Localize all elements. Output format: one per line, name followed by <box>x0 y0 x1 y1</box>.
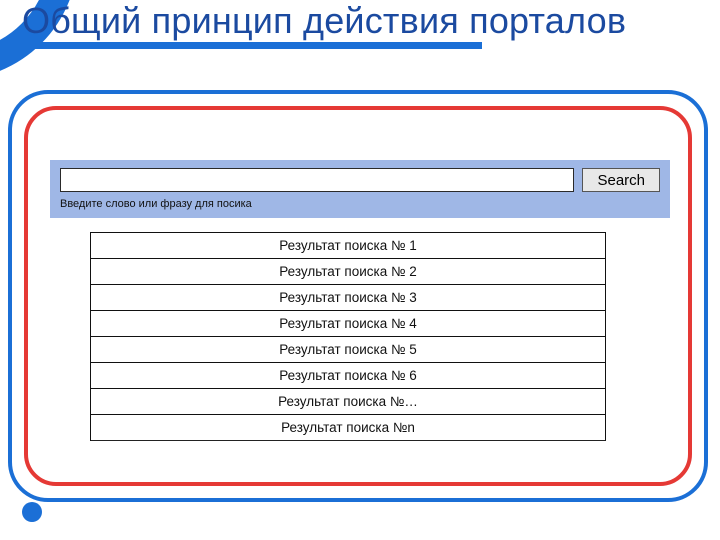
result-row: Результат поиска № 3 <box>91 285 606 311</box>
result-row: Результат поиска №n <box>91 415 606 441</box>
search-button[interactable]: Search <box>582 168 660 192</box>
result-row: Результат поиска № 4 <box>91 311 606 337</box>
content-area: Search Введите слово или фразу для посик… <box>50 160 670 441</box>
result-label: Результат поиска № 3 <box>279 290 416 305</box>
search-hint: Введите слово или фразу для посика <box>60 198 660 210</box>
decorative-dot <box>22 502 42 522</box>
search-row: Search <box>60 168 660 192</box>
result-label: Результат поиска № 5 <box>279 342 416 357</box>
result-row: Результат поиска № 1 <box>91 233 606 259</box>
result-label: Результат поиска № 1 <box>279 238 416 253</box>
slide: Общий принцип действия порталов Search В… <box>0 0 720 540</box>
results-table: Результат поиска № 1 Результат поиска № … <box>90 232 606 441</box>
result-row: Результат поиска № 5 <box>91 337 606 363</box>
page-title: Общий принцип действия порталов <box>22 2 700 40</box>
title-area: Общий принцип действия порталов <box>22 2 700 49</box>
title-underline <box>22 42 482 49</box>
result-label: Результат поиска №n <box>281 420 415 435</box>
result-label: Результат поиска №… <box>278 394 418 409</box>
search-input[interactable] <box>60 168 574 192</box>
result-row: Результат поиска №… <box>91 389 606 415</box>
search-block: Search Введите слово или фразу для посик… <box>50 160 670 218</box>
result-label: Результат поиска № 2 <box>279 264 416 279</box>
result-label: Результат поиска № 6 <box>279 368 416 383</box>
result-label: Результат поиска № 4 <box>279 316 416 331</box>
result-row: Результат поиска № 6 <box>91 363 606 389</box>
result-row: Результат поиска № 2 <box>91 259 606 285</box>
